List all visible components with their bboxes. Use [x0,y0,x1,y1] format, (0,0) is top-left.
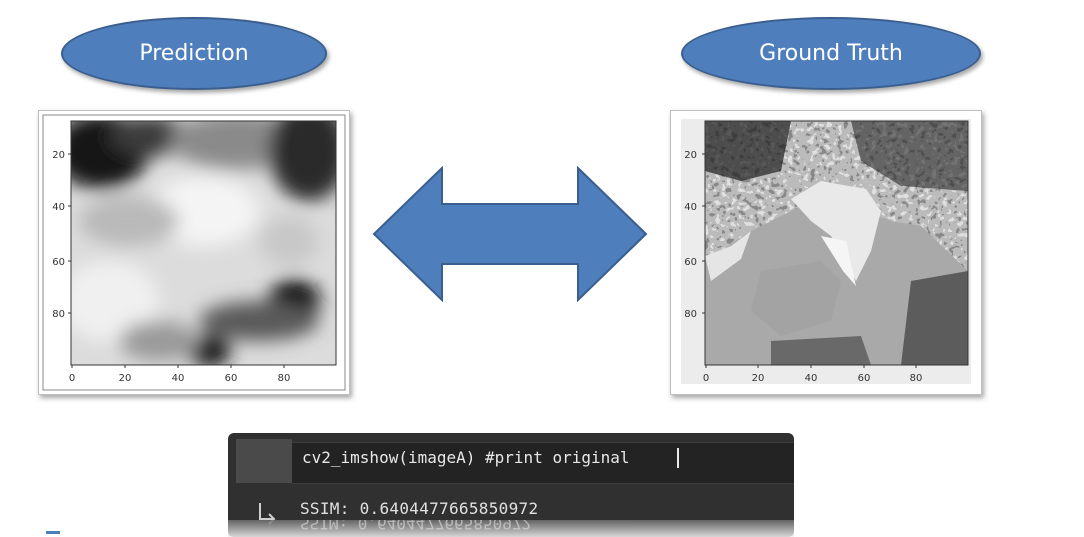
y-tick-label: 40 [52,202,65,213]
y-tick-label: 20 [52,150,65,161]
double-arrow-icon [372,166,648,302]
y-tick-label: 60 [52,257,65,268]
y-tick-label: 80 [52,309,65,320]
x-tick-label: 60 [858,373,871,384]
y-tick-label: 80 [684,309,697,320]
prediction-plot: 20 40 60 80 0 20 40 60 80 [42,114,346,391]
x-tick-label: 40 [805,373,818,384]
corner-mark [46,531,60,534]
ground-truth-label-ellipse: Ground Truth [681,17,981,90]
ssim-output: SSIM: 0.6404477665850972 [300,499,539,518]
y-tick-label: 60 [684,257,697,268]
code-cell-reflection: SSIM: 0.6404477665850972 [228,520,794,537]
x-tick-label: 20 [119,373,132,384]
y-tick-label: 40 [684,202,697,213]
x-tick-label: 60 [225,373,238,384]
ground-truth-plot: 20 40 60 80 0 20 40 60 80 [681,119,971,384]
ground-truth-label: Ground Truth [759,41,903,66]
x-tick-label: 0 [69,373,75,384]
ground-truth-plot-card: 20 40 60 80 0 20 40 60 80 [670,110,982,395]
y-tick-label: 20 [684,150,697,161]
x-tick-label: 0 [703,373,709,384]
prediction-label: Prediction [139,41,249,66]
ssim-output-reflection: SSIM: 0.6404477665850972 [300,520,532,533]
x-tick-label: 80 [278,373,291,384]
text-cursor [677,448,679,468]
prediction-plot-card: 20 40 60 80 0 20 40 60 80 [38,110,350,395]
x-tick-label: 20 [752,373,765,384]
x-tick-label: 80 [910,373,923,384]
code-text[interactable]: cv2_imshow(imageA) #print original [302,448,630,467]
x-tick-label: 40 [172,373,185,384]
prediction-label-ellipse: Prediction [61,17,327,90]
cell-gutter[interactable] [236,439,292,483]
